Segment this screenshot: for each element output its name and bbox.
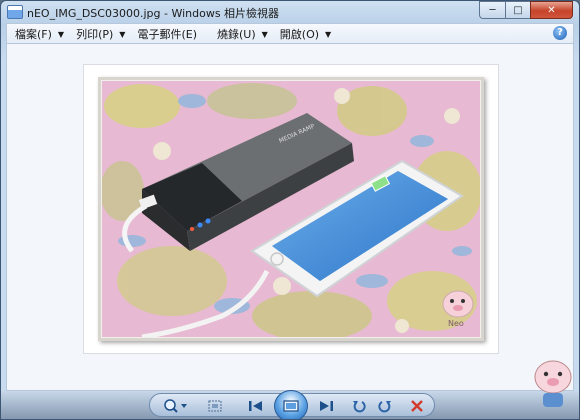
rotate-left-icon [353, 401, 366, 413]
previous-button[interactable] [246, 398, 266, 414]
menu-bar: 檔案(F) ▼ 列印(P) ▼ 電子郵件(E) 燒錄(U) ▼ 開啟(O) ▼ … [6, 23, 574, 44]
caption-buttons: ─ □ ✕ [479, 1, 573, 19]
title-bar[interactable]: nEO_IMG_DSC03000.jpg - Windows 相片檢視器 ─ □… [1, 1, 579, 23]
watermark-text: Neo [448, 319, 464, 328]
menu-file-label: 檔案(F) [15, 28, 52, 41]
actual-size-button[interactable] [206, 398, 224, 414]
rotate-right-button[interactable] [376, 398, 394, 414]
photo-illustration: MEDIA RAMP Neo [102, 81, 480, 337]
menu-open[interactable]: 開啟(O) ▼ [280, 26, 331, 42]
menu-email-label: 電子郵件(E) [137, 28, 197, 41]
rotate-left-button[interactable] [350, 398, 368, 414]
photo-viewer-app-icon [7, 5, 23, 19]
chevron-down-icon: ▼ [57, 29, 65, 39]
actual-size-icon [208, 400, 222, 412]
slideshow-button[interactable] [274, 390, 308, 419]
menu-open-label: 開啟(O) [279, 28, 320, 41]
delete-button[interactable] [408, 398, 426, 414]
photo-border: MEDIA RAMP Neo [98, 77, 484, 341]
delete-icon [411, 400, 423, 412]
menu-file[interactable]: 檔案(F) ▼ [15, 26, 64, 42]
menu-print[interactable]: 列印(P) ▼ [76, 26, 125, 42]
previous-icon [249, 401, 262, 411]
menu-print-label: 列印(P) [76, 28, 114, 41]
photo-frame: MEDIA RAMP Neo [84, 65, 498, 353]
help-icon[interactable]: ? [553, 26, 567, 40]
pig-mascot-icon [534, 360, 572, 407]
chevron-down-icon: ▼ [119, 29, 126, 39]
menu-burn-label: 燒錄(U) [217, 28, 256, 41]
zoom-icon [164, 399, 187, 413]
slideshow-icon [283, 400, 299, 412]
minimize-button[interactable]: ─ [479, 1, 505, 19]
close-button[interactable]: ✕ [530, 1, 573, 19]
next-icon [320, 401, 333, 411]
image-viewport: MEDIA RAMP Neo [6, 43, 574, 391]
chevron-down-icon: ▼ [325, 29, 332, 39]
photo-viewer-window: nEO_IMG_DSC03000.jpg - Windows 相片檢視器 ─ □… [0, 0, 580, 420]
chevron-down-icon: ▼ [261, 29, 268, 39]
menu-email[interactable]: 電子郵件(E) [137, 26, 197, 42]
viewer-toolbar [1, 360, 579, 419]
maximize-button[interactable]: □ [505, 1, 530, 19]
photo-image: MEDIA RAMP Neo [102, 81, 480, 337]
toolbar-pill [149, 390, 435, 419]
zoom-button[interactable] [162, 398, 188, 414]
rotate-right-icon [378, 401, 391, 413]
next-button[interactable] [316, 398, 336, 414]
window-title: nEO_IMG_DSC03000.jpg - Windows 相片檢視器 [27, 7, 280, 20]
menu-burn[interactable]: 燒錄(U) ▼ [217, 26, 268, 42]
